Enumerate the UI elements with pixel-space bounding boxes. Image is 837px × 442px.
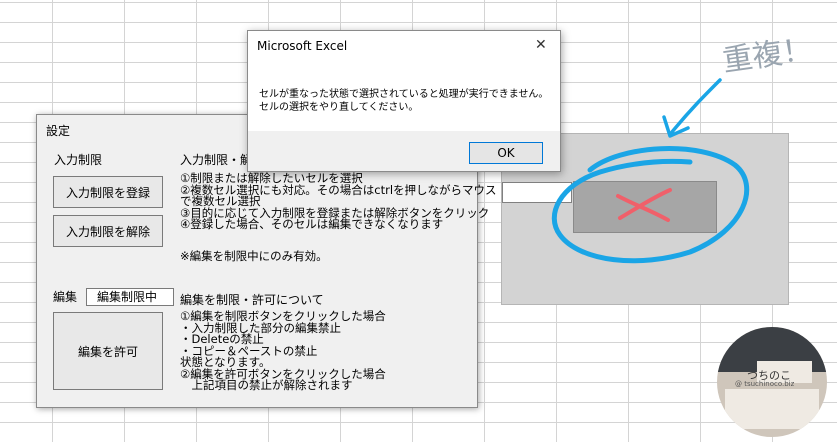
excel-message-box: Microsoft Excel ✕ セルが重なった状態で選択されていると処理が実… [247,30,561,172]
message-line-2: セルの選択をやり直してください。 [259,102,419,113]
info2-text: ①編集を制限ボタンをクリックした場合 ・入力制限した部分の編集禁止 ・Deleteの… [180,310,470,401]
logo-sticker: つちのこ @ tsuchinoco.biz [717,327,827,437]
message-box-footer: OK [248,131,560,171]
allow-edit-button[interactable]: 編集を許可 [53,312,163,390]
info2-lines-line: 上記項目の禁止が解除されます [180,378,353,392]
info1-lines-line: ④登録した場合、そのセルは編集できなくなります [180,217,444,231]
active-cell[interactable] [502,182,572,203]
info1-note: ※編集を制限中にのみ有効。 [180,249,328,263]
selected-range-inner[interactable] [573,181,717,233]
logo-subtext: @ tsuchinoco.biz [735,380,795,388]
register-restriction-button[interactable]: 入力制限を登録 [53,176,163,208]
close-icon[interactable]: ✕ [535,37,547,53]
release-restriction-button[interactable]: 入力制限を解除 [53,215,163,247]
ok-button[interactable]: OK [469,142,543,164]
settings-dialog-title: 設定 [46,124,71,138]
input-restrict-label: 入力制限 [54,153,103,167]
info2-title: 編集を制限・許可について [180,293,324,307]
message-box-title: Microsoft Excel [257,39,348,53]
edit-label: 編集 [53,290,78,304]
edit-status-field: 編集制限中 [86,288,174,306]
info1-title: 入力制限・解 [180,153,253,167]
